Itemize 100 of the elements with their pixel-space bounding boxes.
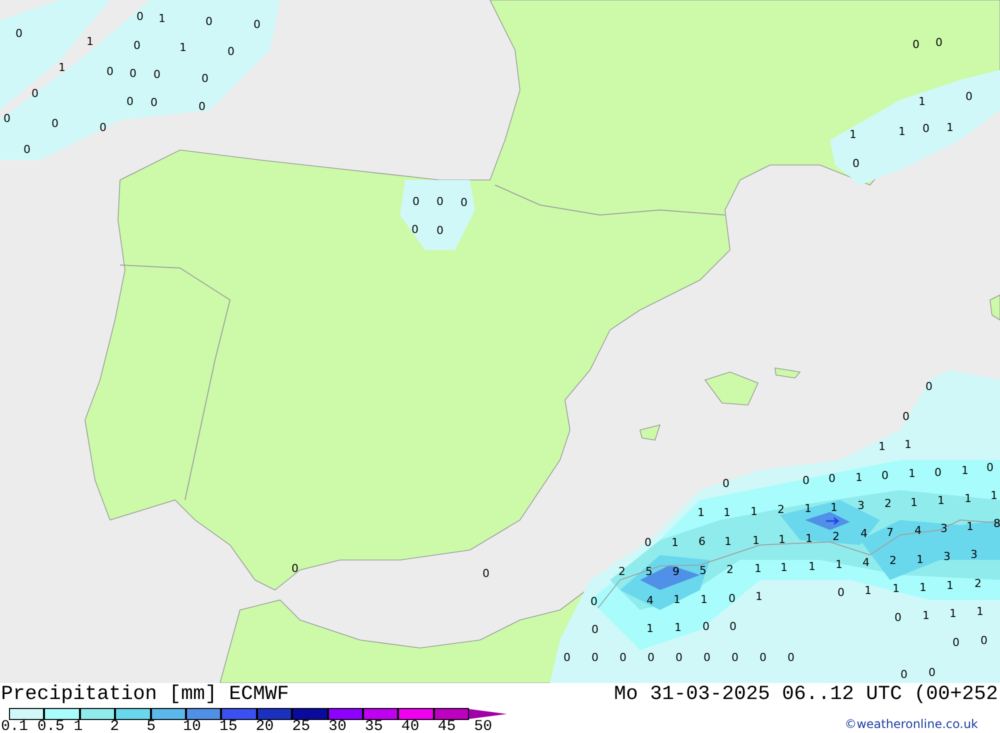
precipitation-value: 0: [702, 620, 710, 633]
precipitation-value: 0: [564, 651, 570, 664]
precipitation-value: 1: [750, 505, 758, 518]
precipitation-value: 0: [254, 18, 260, 31]
precipitation-value: 1: [830, 501, 838, 514]
precipitation-value: 1: [780, 561, 788, 574]
precipitation-value: 0: [704, 651, 710, 664]
precipitation-value: 2: [832, 530, 840, 543]
precipitation-value: 0: [228, 45, 234, 58]
precipitation-value: 0: [900, 668, 908, 681]
precipitation-value: 1: [892, 582, 900, 595]
precipitation-value: 0: [134, 39, 140, 52]
precipitation-value: 0: [732, 651, 738, 664]
precipitation-value: 0: [436, 224, 444, 237]
precipitation-value: 0: [206, 15, 212, 28]
precipitation-value: 8: [994, 517, 1000, 530]
precipitation-value: 3: [858, 499, 864, 512]
precipitation-value: 0: [136, 10, 144, 23]
precipitation-value: 2: [618, 565, 626, 578]
precipitation-value: 0: [592, 651, 598, 664]
precipitation-value: 1: [904, 438, 912, 451]
precipitation-value: 1: [674, 621, 682, 634]
precipitation-value: 0: [292, 562, 298, 575]
island-area: [990, 294, 1000, 321]
precipitation-value: 4: [646, 594, 654, 607]
precipitation-area: [805, 512, 850, 530]
precipitation-value: 0: [676, 651, 682, 664]
scale-label: 0.1: [1, 720, 28, 733]
precipitation-value: 1: [938, 494, 944, 507]
precipitation-value: 1: [946, 579, 954, 592]
precipitation-value: 0: [912, 38, 920, 51]
precipitation-value: 1: [674, 593, 680, 606]
precipitation-value: 0: [460, 196, 468, 209]
precipitation-value: 1: [990, 489, 998, 502]
precipitation-value: 0: [722, 477, 730, 490]
precipitation-value: 1: [916, 553, 924, 566]
scale-label: 15: [219, 720, 238, 733]
precipitation-value: 3: [944, 550, 950, 563]
precipitation-value: 6: [698, 535, 706, 548]
precipitation-value: 1: [778, 533, 786, 546]
scale-label: 25: [292, 720, 310, 733]
precipitation-value: 0: [126, 95, 134, 108]
credit-link[interactable]: ©weatheronline.co.uk: [844, 717, 978, 731]
precipitation-value: 1: [836, 558, 842, 571]
precipitation-value: 0: [760, 651, 766, 664]
precipitation-value: 1: [752, 534, 760, 547]
precipitation-value: 7: [886, 526, 894, 539]
precipitation-value: 0: [728, 592, 736, 605]
precipitation-value: 0: [100, 121, 106, 134]
precipitation-value: 0: [828, 472, 836, 485]
precipitation-value: 1: [920, 581, 926, 594]
precipitation-value: 1: [700, 593, 708, 606]
legend-title: Precipitation [mm]: [1, 683, 218, 706]
precipitation-value: 0: [902, 410, 910, 423]
precipitation-value: 0: [980, 634, 988, 647]
scale-label: 20: [256, 720, 274, 733]
precipitation-value: 0: [592, 623, 598, 636]
scale-label: 5: [146, 720, 156, 733]
island-area: [640, 424, 661, 440]
precipitation-value: 0: [482, 567, 490, 580]
precipitation-value: 1: [898, 125, 906, 138]
precipitation-value: 1: [950, 607, 956, 620]
precipitation-value: 5: [646, 565, 652, 578]
scale-label: 1: [74, 720, 83, 733]
precipitation-value: 0: [730, 620, 736, 633]
scale-label: 0.5: [37, 720, 64, 733]
precipitation-value: 0: [620, 651, 626, 664]
precipitation-value: 0: [936, 36, 942, 49]
scale-label: 2: [110, 720, 120, 733]
precipitation-value: 0: [882, 469, 888, 482]
scale-label: 35: [364, 720, 383, 733]
precipitation-value: 0: [934, 466, 942, 479]
precipitation-value: 0: [986, 461, 994, 474]
precipitation-value: 1: [754, 562, 762, 575]
model-name: ECMWF: [229, 683, 290, 706]
precipitation-value: 1: [804, 502, 812, 515]
precipitation-value: 1: [672, 536, 678, 549]
precipitation-value: 1: [966, 520, 974, 533]
precipitation-value: 1: [878, 440, 886, 453]
precipitation-value: 0: [436, 195, 444, 208]
precipitation-value: 0: [644, 536, 652, 549]
precipitation-value: 2: [778, 503, 784, 516]
precipitation-value: 2: [890, 554, 896, 567]
scale-label: 45: [438, 720, 456, 733]
precipitation-value: 0: [24, 143, 30, 156]
precipitation-value: 0: [788, 651, 794, 664]
precipitation-value: 0: [648, 651, 654, 664]
scale-label: 40: [401, 720, 420, 733]
precipitation-value: 2: [726, 563, 734, 576]
island-area: [704, 372, 759, 406]
precipitation-value: 1: [976, 605, 984, 618]
precipitation-value: 0: [838, 586, 844, 599]
precipitation-area: [640, 565, 700, 590]
wind-arrow-icon: [826, 517, 840, 525]
precipitation-value: 0: [852, 157, 860, 170]
precipitation-value: 1: [856, 471, 862, 484]
precipitation-value: 1: [910, 496, 918, 509]
precipitation-value: 2: [884, 497, 892, 510]
precipitation-value: 0: [52, 117, 58, 130]
precipitation-value: 1: [158, 12, 166, 25]
